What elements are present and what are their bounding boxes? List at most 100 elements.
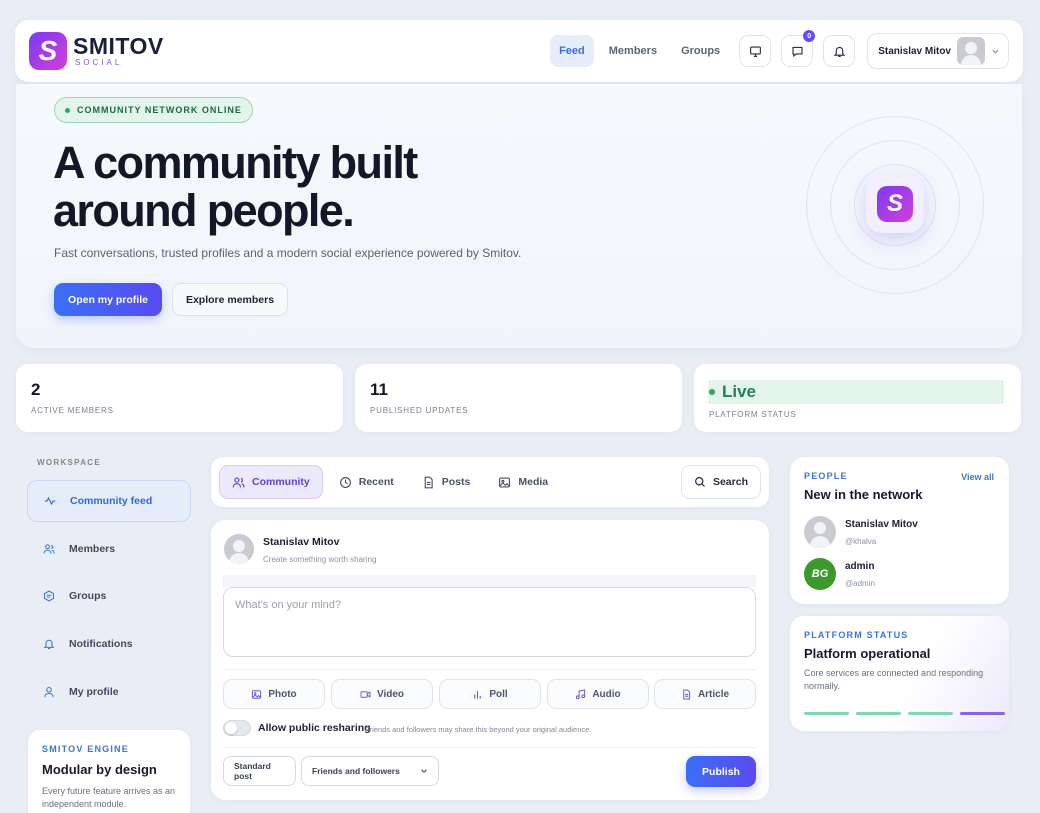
audience-select[interactable]: Friends and followers <box>301 756 439 786</box>
audio-button[interactable]: Audio <box>547 679 649 709</box>
hero-logo: S <box>866 175 924 233</box>
tab-label: Posts <box>441 476 471 488</box>
explore-members-button[interactable]: Explore members <box>172 283 288 316</box>
nav-members[interactable]: Members <box>600 35 666 67</box>
resharing-toggle[interactable] <box>223 720 251 736</box>
chevron-down-icon <box>992 49 999 54</box>
feed-tabbar: Community Recent Posts Media Search <box>211 457 769 507</box>
media-label: Poll <box>489 688 508 700</box>
users-icon <box>43 543 55 555</box>
document-icon <box>683 689 691 699</box>
brand-logo[interactable]: S SMITOV SOCIAL <box>29 32 164 70</box>
platform-title: Platform operational <box>804 646 931 661</box>
view-all-link[interactable]: View all <box>961 472 994 482</box>
desktop-button[interactable] <box>739 35 772 67</box>
stat-label: PUBLISHED UPDATES <box>370 406 469 415</box>
open-profile-button[interactable]: Open my profile <box>54 283 162 316</box>
resharing-label: Allow public resharing <box>258 722 371 734</box>
online-dot-icon <box>65 107 70 113</box>
composer-avatar <box>224 534 254 564</box>
poll-icon <box>474 690 482 699</box>
video-button[interactable]: Video <box>331 679 433 709</box>
sidebar-item-label: My profile <box>69 686 119 698</box>
messages-button[interactable]: 0 <box>781 30 816 67</box>
sidebar-item-label: Members <box>69 543 116 555</box>
person-row[interactable]: Stanislav Mitov @khalva <box>804 516 918 548</box>
tab-posts[interactable]: Posts <box>410 465 483 499</box>
post-type-select[interactable]: Standard post <box>223 756 296 786</box>
post-composer: Stanislav Mitov Create something worth s… <box>211 520 769 800</box>
sidebar-item-label: Groups <box>69 590 107 602</box>
sidebar-item-label: Notifications <box>69 638 133 650</box>
person-avatar: BG <box>804 558 836 590</box>
stat-value: 11 <box>370 380 388 399</box>
tab-community[interactable]: Community <box>219 465 323 499</box>
monitor-icon <box>749 45 761 57</box>
main-nav: Feed Members Groups 0 Stanislav Mitov <box>550 30 1009 69</box>
status-pill-text: COMMUNITY NETWORK ONLINE <box>77 105 242 115</box>
stat-label: ACTIVE MEMBERS <box>31 406 114 415</box>
person-handle: @khalva <box>845 536 877 546</box>
sidebar-item-community-feed[interactable]: Community feed <box>27 480 191 522</box>
tab-label: Community <box>252 476 310 488</box>
composer-name: Stanislav Mitov <box>263 536 340 548</box>
user-avatar <box>957 37 985 65</box>
sidebar-item-label: Community feed <box>70 495 153 507</box>
user-menu[interactable]: Stanislav Mitov <box>867 33 1009 69</box>
stat-label: PLATFORM STATUS <box>709 410 797 419</box>
brand-sub: SOCIAL <box>75 58 123 67</box>
engine-text: Every future feature arrives as an indep… <box>42 786 176 809</box>
stat-active-members: 2 ACTIVE MEMBERS <box>16 364 343 432</box>
platform-status-card: PLATFORM STATUS Platform operational Cor… <box>790 616 1009 731</box>
image-icon <box>252 689 262 699</box>
sidebar-item-notifications[interactable]: Notifications <box>27 623 191 665</box>
engine-eyebrow: SMITOV ENGINE <box>42 744 129 754</box>
notifications-button[interactable] <box>823 35 856 67</box>
resharing-hint: Friends and followers may share this bey… <box>365 725 592 734</box>
activity-icon <box>44 495 56 507</box>
nav-feed[interactable]: Feed <box>550 35 594 67</box>
sidebar-item-members[interactable]: Members <box>27 528 191 570</box>
bell-icon <box>833 46 846 57</box>
engine-card: SMITOV ENGINE Modular by design Every fu… <box>28 730 190 813</box>
platform-text: Core services are connected and respondi… <box>804 668 984 691</box>
composer-strip <box>223 575 756 587</box>
media-label: Video <box>376 688 405 700</box>
search-button[interactable]: Search <box>680 465 761 499</box>
photo-button[interactable]: Photo <box>223 679 325 709</box>
music-icon <box>576 688 586 699</box>
top-navbar: S SMITOV SOCIAL Feed Members Groups 0 St… <box>15 20 1023 82</box>
brand-name: SMITOV <box>73 33 164 59</box>
clock-icon <box>339 476 351 488</box>
health-bar <box>960 712 1005 715</box>
article-button[interactable]: Article <box>654 679 756 709</box>
tab-label: Recent <box>358 476 394 488</box>
document-icon <box>424 476 433 488</box>
stat-value: 2 <box>31 380 41 399</box>
search-icon <box>695 477 705 487</box>
poll-button[interactable]: Poll <box>439 679 541 709</box>
chat-icon <box>792 46 803 57</box>
tab-media[interactable]: Media <box>486 465 560 499</box>
stat-value-live: Live <box>708 380 1004 404</box>
sidebar-item-groups[interactable]: Groups <box>27 575 191 617</box>
hero-section: COMMUNITY NETWORK ONLINE A community bui… <box>16 84 1022 348</box>
media-label: Audio <box>592 688 621 700</box>
sidebar-title: WORKSPACE <box>37 458 101 467</box>
tab-recent[interactable]: Recent <box>327 465 406 499</box>
brand-mark-icon: S <box>29 32 67 70</box>
media-label: Photo <box>268 688 297 700</box>
platform-eyebrow: PLATFORM STATUS <box>804 630 909 640</box>
user-icon <box>43 686 55 698</box>
publish-button[interactable]: Publish <box>686 756 756 787</box>
person-row[interactable]: BG admin @admin <box>804 558 875 590</box>
post-textarea[interactable]: What's on your mind? <box>223 587 756 657</box>
groups-icon <box>43 590 55 602</box>
sidebar-item-my-profile[interactable]: My profile <box>27 671 191 713</box>
divider <box>223 669 756 670</box>
nav-groups[interactable]: Groups <box>672 35 729 67</box>
health-bar <box>908 712 953 715</box>
person-name: admin <box>845 560 875 572</box>
health-bars <box>804 712 1005 715</box>
stat-published-updates: 11 PUBLISHED UPDATES <box>355 364 682 432</box>
